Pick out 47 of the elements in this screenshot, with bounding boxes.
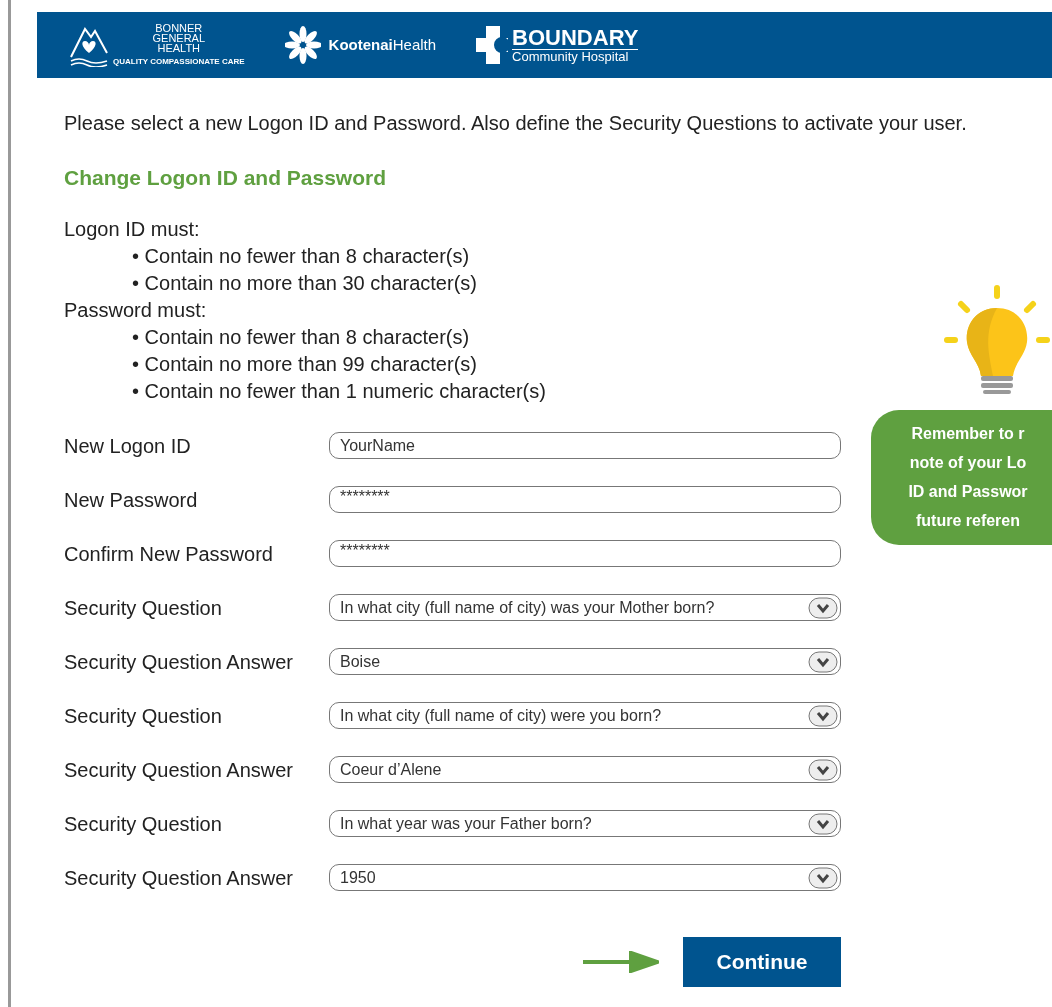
section-heading: Change Logon ID and Password xyxy=(64,165,388,191)
dropdown-field[interactable]: Coeur d’Alene xyxy=(329,756,841,783)
logo-text: GENERAL xyxy=(151,33,207,43)
chevron-down-icon xyxy=(808,596,838,619)
logo-text: Community Hospital xyxy=(512,50,630,63)
input-field[interactable]: YourName xyxy=(329,432,841,459)
arrow-right-icon xyxy=(583,950,659,973)
requirement-item: • Contain no more than 99 character(s) xyxy=(131,351,478,377)
reminder-text: future referen xyxy=(915,511,1021,531)
chevron-down-icon xyxy=(808,704,838,727)
requirement-item: • Contain no fewer than 8 character(s) xyxy=(131,324,471,350)
chevron-down-icon xyxy=(808,758,838,781)
field-label: New Logon ID xyxy=(64,433,192,459)
chevron-down-icon xyxy=(808,812,838,835)
field-label: Security Question xyxy=(64,811,223,837)
logo-text: BONNER xyxy=(154,23,204,33)
dropdown-field[interactable]: In what city (full name of city) was your Mother born? xyxy=(329,594,841,621)
logo-tagline: QUALITY COMPASSIONATE CARE xyxy=(113,57,245,67)
requirement-title: Logon ID must: xyxy=(64,216,201,242)
input-field[interactable]: ******** xyxy=(329,486,841,513)
dropdown-field[interactable]: Boise xyxy=(329,648,841,675)
continue-button[interactable]: Continue xyxy=(683,936,841,987)
field-label: New Password xyxy=(64,487,199,513)
requirement-title: Password must: xyxy=(64,297,208,323)
field-label: Security Question Answer xyxy=(64,649,294,675)
logo-text: HEALTH xyxy=(156,43,202,53)
chevron-down-icon xyxy=(808,650,838,673)
field-label: Security Question xyxy=(64,703,223,729)
reminder-text: Remember to r xyxy=(910,424,1026,444)
field-label: Security Question Answer xyxy=(64,865,294,891)
dropdown-field[interactable]: 1950 xyxy=(329,864,841,891)
requirement-item: • Contain no fewer than 8 character(s) xyxy=(131,243,471,269)
intro-text: Please select a new Logon ID and Password. Also define the Security Questions to activate your user. xyxy=(64,111,968,136)
dropdown-field[interactable]: In what year was your Father born? xyxy=(329,810,841,837)
field-label: Confirm New Password xyxy=(64,541,274,567)
requirement-item: • Contain no fewer than 1 numeric character(s) xyxy=(131,378,547,404)
flower-logo-icon xyxy=(284,25,321,65)
chevron-down-icon xyxy=(808,866,838,889)
reminder-text: note of your Lo xyxy=(908,453,1028,473)
input-field[interactable]: ******** xyxy=(329,540,841,567)
dropdown-field[interactable]: In what city (full name of city) were you born? xyxy=(329,702,841,729)
reminder-text: ID and Passwor xyxy=(907,482,1029,502)
field-label: Security Question xyxy=(64,595,223,621)
logo-text: BOUNDARY xyxy=(512,27,639,50)
field-label: Security Question Answer xyxy=(64,757,294,783)
logo-text: KootenaiHealth xyxy=(328,34,437,55)
requirement-item: • Contain no more than 30 character(s) xyxy=(131,270,478,296)
